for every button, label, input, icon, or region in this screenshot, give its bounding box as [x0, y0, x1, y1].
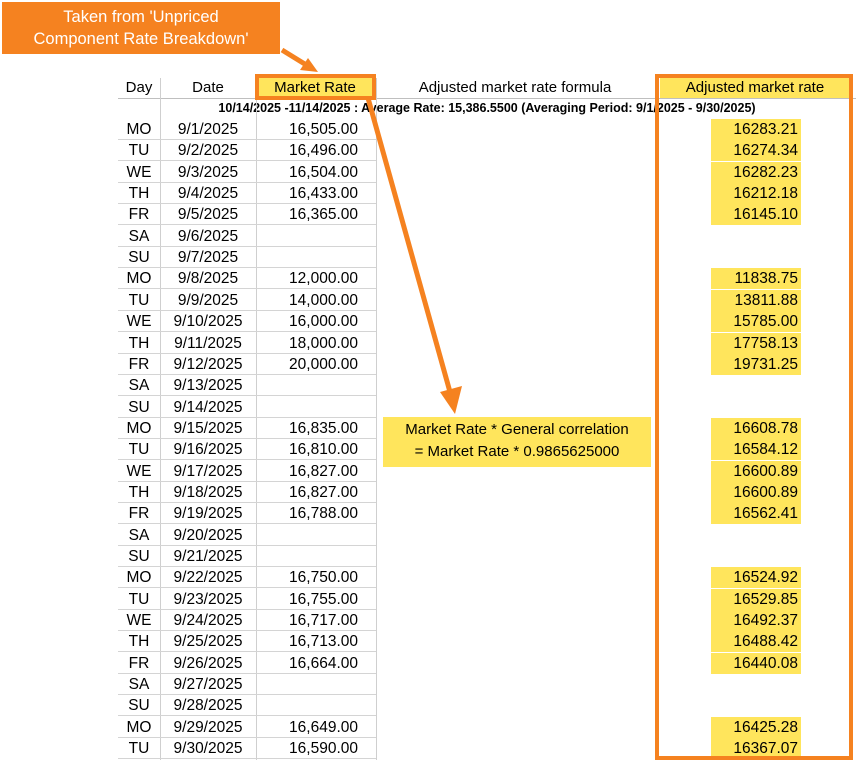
- arrows-overlay: [280, 47, 462, 414]
- formula-arrow: [365, 97, 453, 393]
- formula-arrow-head: [440, 386, 462, 414]
- callout-arrow: [280, 47, 310, 69]
